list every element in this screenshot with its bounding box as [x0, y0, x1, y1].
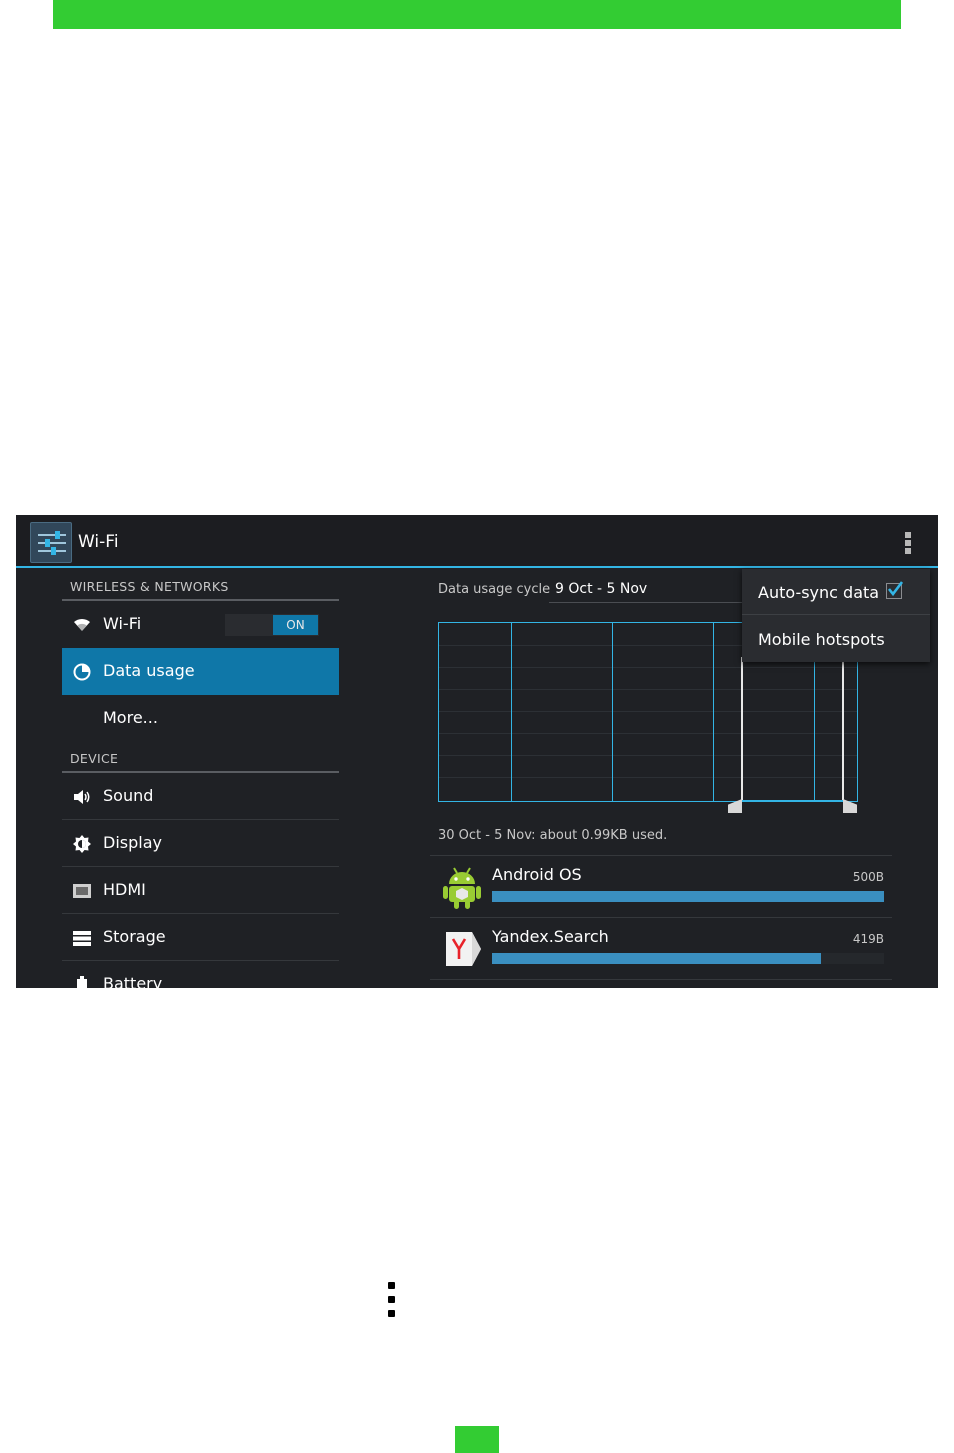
sidebar-item-wifi[interactable]: Wi-Fi ON	[62, 601, 339, 648]
sidebar-item-sound[interactable]: Sound	[62, 773, 339, 820]
green-header-bar	[53, 0, 901, 29]
app-name: Android OS	[492, 865, 582, 884]
app-data-size: 419B	[852, 932, 884, 946]
sidebar-item-label: Storage	[103, 927, 166, 946]
toggle-on-label: ON	[273, 615, 318, 635]
app-name: Yandex.Search	[492, 927, 609, 946]
overflow-popup-menu: Auto-sync data Mobile hotspots	[742, 569, 930, 662]
sidebar-item-more[interactable]: More...	[62, 695, 339, 742]
sidebar-item-storage[interactable]: Storage	[62, 914, 339, 961]
week-divider	[612, 623, 613, 801]
sidebar-item-label: Sound	[103, 786, 154, 805]
app-data-size: 500B	[852, 870, 884, 884]
section-header-wireless: WIRELESS & NETWORKS	[62, 573, 339, 601]
sidebar-item-label: More...	[103, 708, 158, 727]
range-end-line	[842, 657, 844, 801]
usage-summary: 30 Oct - 5 Nov: about 0.99KB used.	[438, 828, 668, 843]
week-divider	[511, 623, 512, 801]
wifi-icon	[72, 615, 92, 635]
green-page-marker	[455, 1426, 499, 1453]
menu-item-auto-sync[interactable]: Auto-sync data	[742, 569, 930, 615]
usage-bar-track	[492, 953, 884, 964]
usage-bar-fill	[492, 953, 822, 964]
android-icon	[440, 864, 484, 910]
data-usage-icon	[72, 662, 92, 682]
overflow-menu-icon	[385, 1280, 397, 1320]
sidebar-item-display[interactable]: Display	[62, 820, 339, 867]
grid-line	[439, 689, 857, 690]
sidebar-item-label: Data usage	[103, 661, 195, 680]
sidebar-item-label: Wi-Fi	[103, 614, 142, 633]
week-divider	[713, 623, 714, 801]
brightness-icon	[72, 834, 92, 854]
tablet-screenshot: Wi-Fi WIRELESS & NETWORKS Wi-Fi ON Data …	[16, 515, 938, 988]
speaker-icon	[72, 787, 92, 807]
range-baseline	[741, 800, 844, 802]
menu-item-label: Auto-sync data	[758, 583, 880, 602]
usage-bar-fill	[492, 891, 884, 902]
range-start-line	[741, 657, 743, 801]
sidebar-item-battery[interactable]: Battery	[62, 961, 339, 988]
grid-line	[439, 733, 857, 734]
data-usage-cycle-label: Data usage cycle	[438, 582, 551, 597]
usage-bar-track	[492, 891, 884, 902]
grid-line	[439, 755, 857, 756]
list-item[interactable]: Android OS 500B	[430, 855, 892, 917]
section-header-device: DEVICE	[62, 745, 339, 773]
action-bar: Wi-Fi	[16, 515, 938, 568]
storage-icon	[72, 928, 92, 948]
sidebar-item-label: Display	[103, 833, 162, 852]
action-bar-title: Wi-Fi	[78, 532, 119, 552]
data-usage-cycle-select[interactable]: 9 Oct - 5 Nov	[549, 579, 749, 603]
menu-item-label: Mobile hotspots	[758, 630, 885, 649]
grid-line	[439, 667, 857, 668]
hdmi-icon	[72, 881, 92, 901]
battery-icon	[72, 975, 92, 988]
sidebar-item-label: HDMI	[103, 880, 146, 899]
sidebar-item-data-usage[interactable]: Data usage	[62, 648, 339, 695]
sidebar-item-label: Battery	[103, 974, 163, 988]
list-item[interactable]	[430, 979, 892, 988]
menu-item-mobile-hotspots[interactable]: Mobile hotspots	[742, 616, 930, 662]
yandex-icon	[440, 926, 484, 972]
sidebar-item-hdmi[interactable]: HDMI	[62, 867, 339, 914]
list-item[interactable]: Yandex.Search 419B	[430, 917, 892, 979]
grid-line	[439, 777, 857, 778]
auto-sync-checkbox[interactable]	[886, 581, 903, 599]
grid-line	[439, 711, 857, 712]
overflow-menu-icon[interactable]	[900, 530, 916, 556]
wifi-toggle[interactable]: ON	[225, 614, 319, 636]
settings-app-icon[interactable]	[30, 522, 72, 563]
